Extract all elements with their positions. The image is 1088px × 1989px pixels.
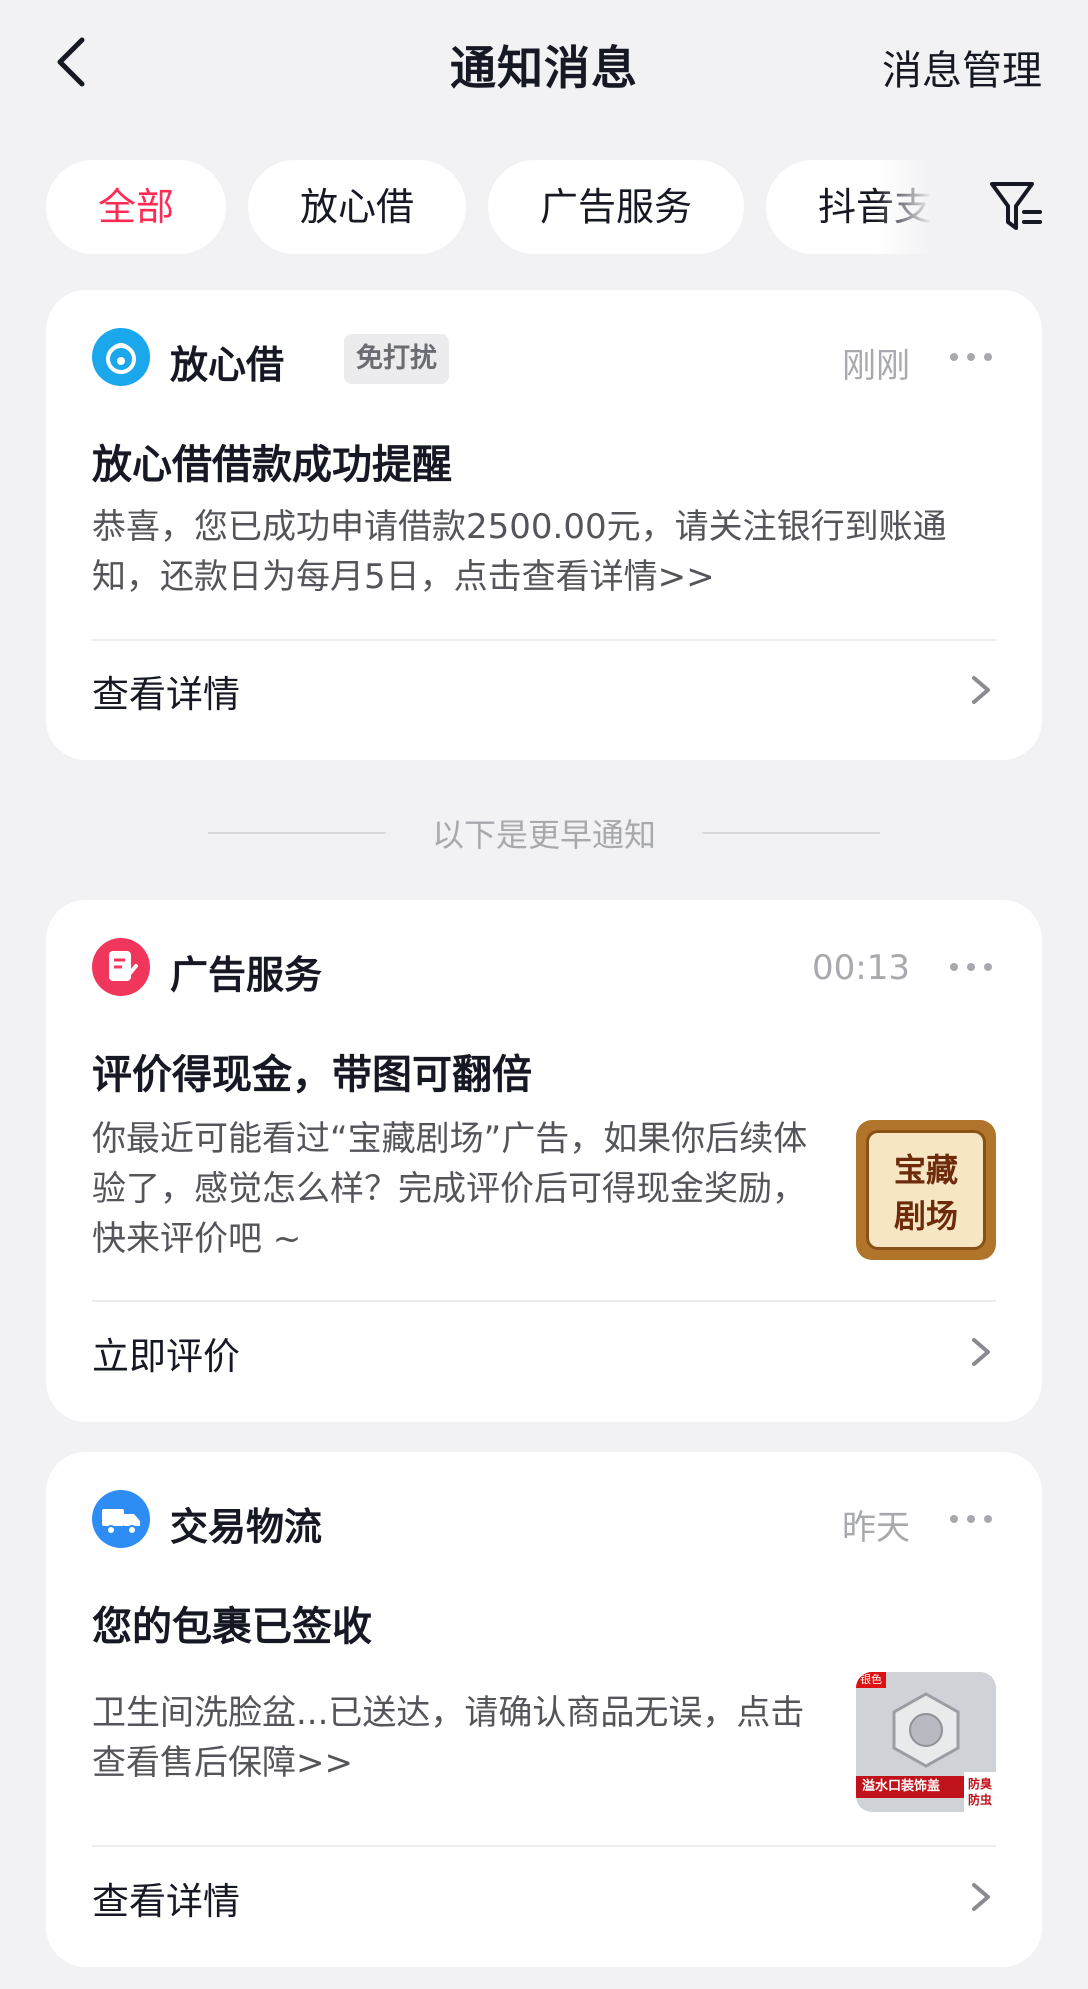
thumbnail-text-line-1: 宝藏 (893, 1151, 958, 1189)
more-options-button[interactable] (946, 328, 996, 386)
notification-title: 您的包裹已签收 (92, 1604, 372, 1650)
more-dots-icon (950, 353, 992, 361)
header: 通知消息 消息管理 (0, 0, 1088, 130)
message-management-link[interactable]: 消息管理 (882, 38, 1042, 96)
more-dots-icon (950, 1515, 992, 1523)
divider (92, 639, 996, 641)
card-header: 广告服务 00:13 (92, 938, 996, 998)
delivery-truck-icon (92, 1490, 150, 1548)
separator-line-right (702, 832, 880, 834)
source-name: 放心借 (170, 343, 285, 387)
thumbnail-corner-badge: 防臭 防虫 (964, 1772, 996, 1812)
action-label: 查看详情 (92, 673, 240, 716)
chevron-right-icon (972, 1883, 990, 1911)
card-header: 交易物流 昨天 (92, 1490, 996, 1550)
ad-service-icon (92, 938, 150, 996)
card-header: 放心借 免打扰 刚刚 (92, 328, 996, 388)
rate-now-button[interactable]: 立即评价 (92, 1304, 996, 1400)
timestamp: 刚刚 (842, 346, 910, 386)
ad-thumbnail[interactable]: 宝藏 剧场 (856, 1120, 996, 1260)
tabs-fade (876, 160, 946, 254)
separator-label: 以下是更早通知 (431, 816, 656, 854)
notification-card-fangxinjie[interactable]: 放心借 免打扰 刚刚 放心借借款成功提醒 恭喜，您已成功申请借款2500.00元… (46, 290, 1042, 760)
more-options-button[interactable] (946, 1490, 996, 1548)
notification-card-ad-service[interactable]: 广告服务 00:13 评价得现金，带图可翻倍 你最近可能看过“宝藏剧场”广告，如… (46, 900, 1042, 1422)
notification-body: 卫生间洗脸盆...已送达，请确认商品无误，点击查看售后保障>> (92, 1693, 805, 1783)
more-options-button[interactable] (946, 938, 996, 996)
product-thumbnail[interactable]: 银色 溢水口装饰盖 防臭 防虫 (856, 1672, 996, 1812)
thumbnail-text-line-2: 剧场 (893, 1197, 958, 1235)
tab-fangxinjie[interactable]: 放心借 (248, 160, 467, 254)
view-details-button[interactable]: 查看详情 (92, 1849, 996, 1945)
action-label: 查看详情 (92, 1880, 240, 1923)
notification-body: 你最近可能看过“宝藏剧场”广告，如果你后续体验了，感觉怎么样？完成评价后可得现金… (92, 1119, 808, 1259)
source-name: 广告服务 (170, 953, 323, 997)
action-label: 立即评价 (92, 1335, 240, 1378)
do-not-disturb-badge: 免打扰 (344, 334, 449, 384)
tab-all[interactable]: 全部 (46, 160, 227, 254)
corner-text-1: 防臭 (967, 1777, 992, 1791)
timestamp: 00:13 (812, 948, 910, 988)
tab-ad-service[interactable]: 广告服务 (488, 160, 745, 254)
more-dots-icon (950, 963, 992, 971)
filter-icon (990, 182, 1042, 230)
notifications-page: 通知消息 消息管理 全部 放心借 广告服务 抖音支 (0, 0, 1088, 1989)
earlier-notifications-separator: 以下是更早通知 (0, 808, 1088, 856)
chevron-right-icon (972, 1338, 990, 1366)
view-details-button[interactable]: 查看详情 (92, 642, 996, 738)
thumbnail-caption: 溢水口装饰盖 (862, 1779, 941, 1794)
divider (92, 1845, 996, 1847)
divider (92, 1300, 996, 1302)
corner-text-2: 防虫 (967, 1793, 992, 1807)
notification-body: 恭喜，您已成功申请借款2500.00元，请关注银行到账通知，还款日为每月5日，点… (92, 507, 947, 597)
filter-tabs: 全部 放心借 广告服务 抖音支 (46, 160, 946, 254)
source-name: 交易物流 (170, 1505, 323, 1549)
timestamp: 昨天 (842, 1508, 910, 1548)
notification-card-logistics[interactable]: 交易物流 昨天 您的包裹已签收 卫生间洗脸盆...已送达，请确认商品无误，点击查… (46, 1452, 1042, 1967)
fangxinjie-icon (92, 328, 150, 386)
thumbnail-inner: 宝藏 剧场 (866, 1130, 986, 1250)
notification-title: 放心借借款成功提醒 (92, 442, 452, 488)
chevron-right-icon (972, 676, 990, 704)
filter-button[interactable] (986, 176, 1046, 236)
notification-title: 评价得现金，带图可翻倍 (92, 1052, 532, 1098)
